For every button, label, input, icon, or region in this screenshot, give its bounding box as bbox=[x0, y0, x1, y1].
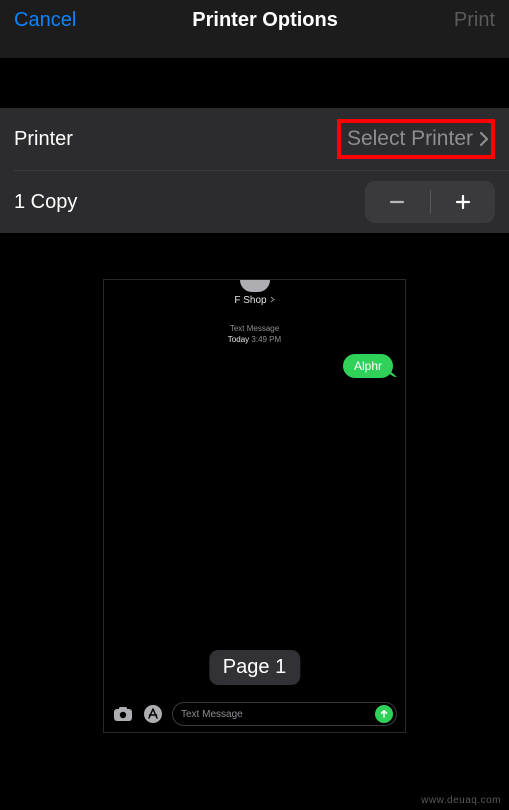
preview-page[interactable]: F Shop Text Message Today 3:49 PM Alphr … bbox=[103, 279, 406, 733]
contact-name: F Shop bbox=[234, 295, 274, 306]
contact-name-text: F Shop bbox=[234, 295, 266, 306]
nav-bar: Cancel Printer Options Print bbox=[0, 0, 509, 58]
page-number-badge: Page 1 bbox=[209, 650, 300, 685]
timestamp-day: Today bbox=[228, 335, 249, 344]
settings-section: Printer Select Printer 1 Copy bbox=[0, 108, 509, 233]
select-printer-highlight: Select Printer bbox=[337, 119, 495, 159]
page-title: Printer Options bbox=[192, 9, 338, 32]
chevron-right-icon bbox=[270, 295, 275, 306]
message-timestamp: Today 3:49 PM bbox=[104, 335, 405, 344]
message-bubble: Alphr bbox=[343, 354, 393, 378]
stepper-minus-button[interactable] bbox=[365, 181, 430, 223]
message-type-label: Text Message bbox=[104, 324, 405, 333]
timestamp-time: 3:49 PM bbox=[251, 335, 281, 344]
camera-icon bbox=[112, 703, 134, 725]
compose-bar: Text Message bbox=[112, 702, 397, 726]
send-button bbox=[375, 705, 393, 723]
compose-placeholder: Text Message bbox=[181, 709, 243, 720]
bubble-tail bbox=[387, 367, 397, 377]
preview-area: F Shop Text Message Today 3:49 PM Alphr … bbox=[0, 233, 509, 733]
arrow-up-icon bbox=[379, 709, 389, 719]
printer-label: Printer bbox=[14, 128, 73, 151]
watermark: www.deuaq.com bbox=[421, 795, 501, 806]
copies-label: 1 Copy bbox=[14, 191, 77, 214]
copies-stepper bbox=[365, 181, 495, 223]
chevron-right-icon bbox=[479, 131, 489, 147]
printer-row[interactable]: Printer Select Printer bbox=[0, 108, 509, 170]
copies-row: 1 Copy bbox=[0, 171, 509, 233]
appstore-icon bbox=[142, 703, 164, 725]
cancel-button[interactable]: Cancel bbox=[14, 9, 76, 32]
stepper-plus-button[interactable] bbox=[431, 181, 496, 223]
plus-icon bbox=[454, 193, 472, 211]
message-text: Alphr bbox=[354, 359, 382, 373]
print-button[interactable]: Print bbox=[454, 9, 495, 32]
contact-avatar bbox=[240, 280, 270, 292]
select-printer-value: Select Printer bbox=[347, 127, 473, 151]
minus-icon bbox=[388, 193, 406, 211]
compose-input: Text Message bbox=[172, 702, 397, 726]
